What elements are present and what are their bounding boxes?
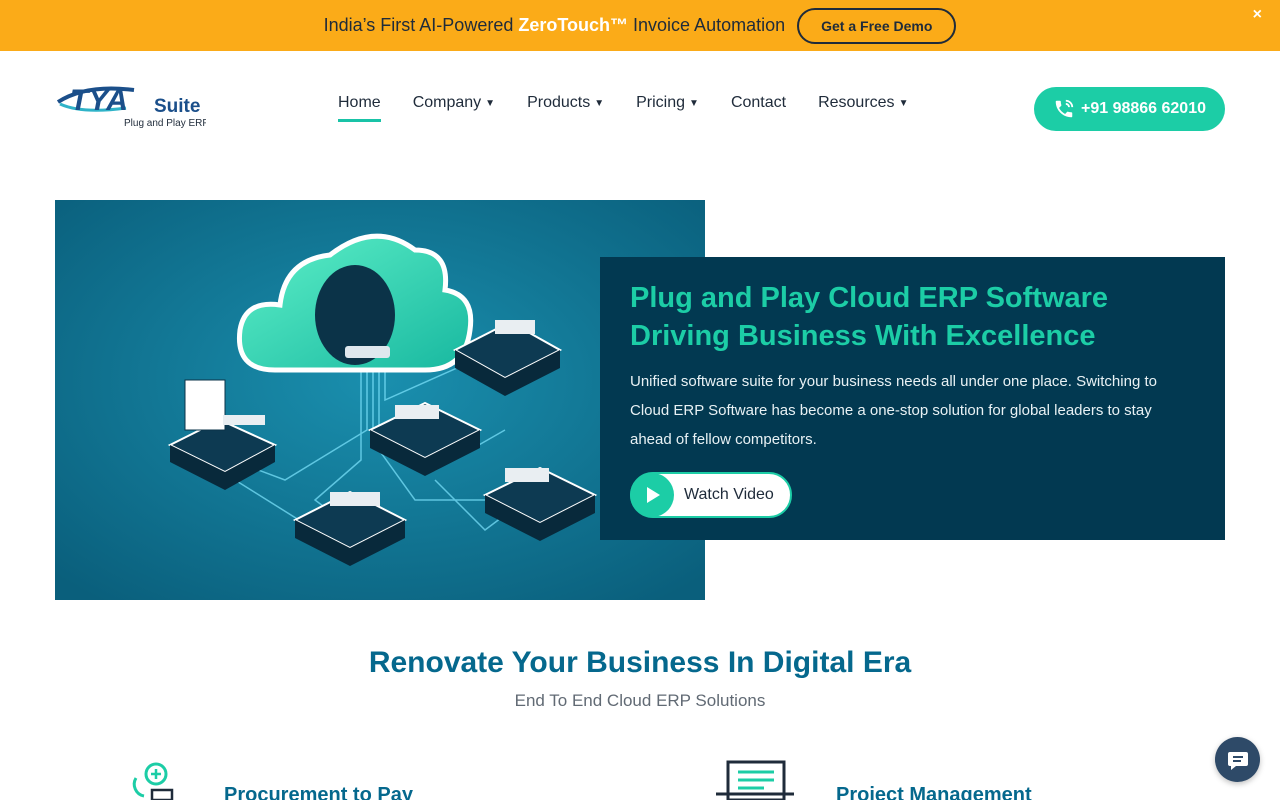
- hero-card: Plug and Play Cloud ERP Software Driving…: [600, 257, 1225, 540]
- main-nav: Home Company ▼ Products ▼ Pricing ▼ Contact…: [338, 94, 940, 122]
- chevron-down-icon: ▼: [898, 97, 909, 109]
- play-icon: [630, 473, 674, 517]
- chat-bubble-icon: [1227, 751, 1248, 770]
- feature-title: Project Management: [836, 784, 1032, 800]
- logo-suite: Suite: [154, 96, 200, 117]
- banner-text-before: India’s First AI-Powered: [323, 15, 519, 35]
- chevron-down-icon: ▼: [594, 97, 605, 109]
- section-title: Renovate Your Business In Digital Era: [368, 646, 912, 679]
- feature-title: Procurement to Pay: [224, 784, 413, 800]
- logo-tagline: Plug and Play ERP: [124, 118, 206, 129]
- nav-label: Home: [338, 94, 381, 111]
- nav-item-products[interactable]: Products ▼: [527, 94, 604, 118]
- promo-banner: India’s First AI-Powered ZeroTouch™ Invo…: [0, 0, 1280, 51]
- nav-label: Resources: [818, 94, 895, 111]
- hero-title-line2: Driving Business With Excellence: [630, 320, 1096, 352]
- nav-label: Company: [412, 94, 482, 111]
- phone-number: +91 98866 62010: [1080, 100, 1206, 117]
- project-document-icon: [716, 760, 794, 800]
- nav-item-resources[interactable]: Resources ▼: [818, 94, 908, 118]
- watch-video-button[interactable]: Watch Video: [630, 472, 792, 518]
- chat-widget-button[interactable]: [1215, 737, 1260, 782]
- feature-procurement[interactable]: Procurement to Pay: [122, 758, 413, 800]
- logo-graphic: TYA Suite Plug and Play ERP: [56, 84, 209, 129]
- nav-label: Contact: [730, 94, 787, 111]
- banner-brand: ZeroTouch™: [518, 15, 629, 35]
- nav-item-pricing[interactable]: Pricing ▼: [636, 94, 699, 118]
- banner-text: India’s First AI-Powered ZeroTouch™ Invo…: [324, 15, 786, 36]
- hero-title-line1: Plug and Play Cloud ERP Software: [630, 282, 1109, 314]
- chevron-down-icon: ▼: [689, 97, 699, 109]
- hero-description: Unified software suite for your business…: [630, 373, 1157, 448]
- banner-text-after: Invoice Automation: [628, 15, 786, 35]
- nav-item-home[interactable]: Home: [338, 94, 381, 122]
- nav-item-company[interactable]: Company ▼: [413, 94, 495, 118]
- close-icon[interactable]: ×: [1253, 6, 1262, 24]
- free-demo-button[interactable]: Get a Free Demo: [797, 7, 957, 44]
- hero-title: Plug and Play Cloud ERP Software Driving…: [630, 279, 1195, 355]
- logo-main: TYA: [70, 84, 128, 117]
- feature-project-management[interactable]: Project Management: [714, 758, 1032, 800]
- nav-label: Pricing: [636, 94, 686, 111]
- phone-call-button[interactable]: +91 98866 62010: [1034, 87, 1225, 131]
- phone-icon: [1055, 99, 1074, 118]
- nav-item-contact[interactable]: Contact: [731, 94, 786, 118]
- tya-suite-logo[interactable]: TYA Suite Plug and Play ERP: [56, 78, 209, 130]
- chevron-down-icon: ▼: [485, 97, 496, 109]
- watch-video-label: Watch Video: [684, 486, 774, 503]
- procurement-gear-icon: [132, 762, 174, 800]
- section-subtitle: End To End Cloud ERP Solutions: [514, 691, 766, 710]
- nav-label: Products: [527, 94, 591, 111]
